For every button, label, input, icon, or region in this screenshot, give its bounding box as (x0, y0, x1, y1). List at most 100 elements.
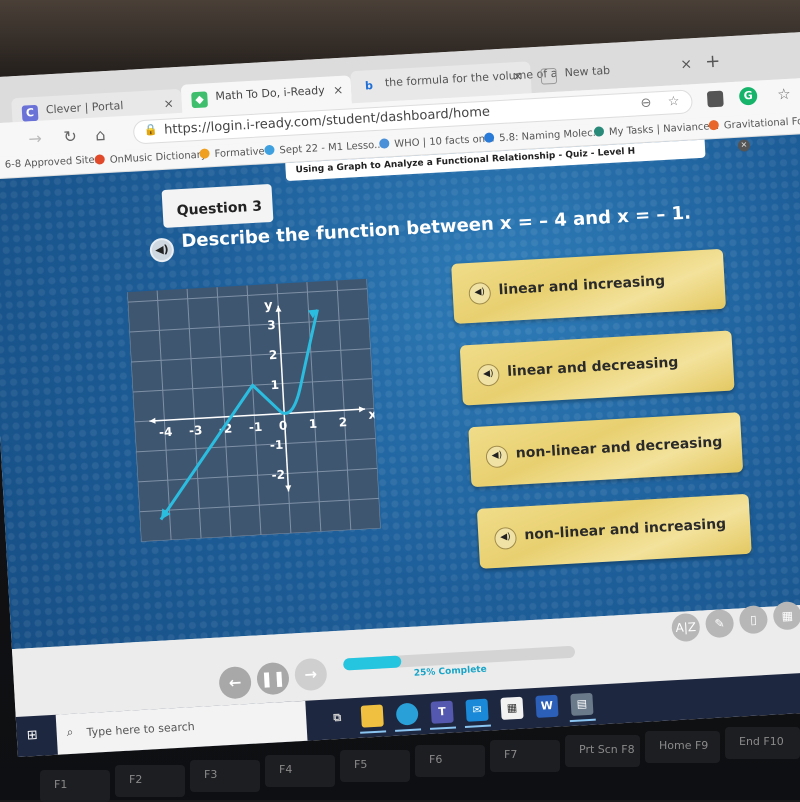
newtab-icon (540, 67, 558, 85)
bookmark-approved-sites[interactable]: 6-8 Approved Sites (5, 154, 101, 170)
close-tab-icon[interactable]: × (163, 96, 174, 111)
formative-icon (264, 144, 275, 156)
key-home: Home F9 (645, 731, 720, 763)
flask-icon (483, 132, 495, 143)
grid-line-v (156, 290, 172, 541)
keyboard: F1 F2 F3 F4 F5 F6 F7 Prt Scn F8 Home F9 … (0, 727, 800, 802)
answer-option[interactable]: ◀) non-linear and increasing (476, 493, 752, 569)
task-view-icon[interactable]: ⧉ (326, 706, 349, 729)
lock-icon: 🔒 (143, 123, 159, 137)
new-tab-button[interactable]: + (705, 51, 721, 73)
x-tick-label: 0 (278, 418, 287, 432)
x-tick-label: -3 (189, 423, 203, 438)
quiz-app: Using a Graph to Analyze a Functional Re… (0, 131, 800, 650)
y-axis-arrow (275, 305, 282, 312)
speaker-icon[interactable]: ◀) (485, 445, 509, 469)
glossary-icon[interactable]: A|Z (671, 612, 701, 643)
close-window-tab-icon[interactable]: × (680, 56, 693, 73)
bookmark-gravitational-forces[interactable]: Gravitational Forces... (708, 113, 800, 132)
who-icon (379, 138, 390, 149)
question-number: Question 3 (161, 183, 274, 228)
answer-option[interactable]: ◀) non-linear and decreasing (468, 412, 744, 488)
edge-icon[interactable] (395, 702, 419, 726)
key-prtscn: Prt Scn F8 (565, 735, 640, 767)
pause-button[interactable]: ❚❚ (256, 661, 290, 696)
key-f6: F6 (415, 745, 485, 777)
formative-icon (199, 148, 210, 159)
iready-icon: ◆ (191, 91, 208, 109)
y-axis (277, 305, 290, 492)
calculator-app-icon[interactable]: ▤ (570, 692, 594, 716)
graph-svg: -4 -3 -2 -1 0 1 2321-1-2xy (127, 278, 381, 542)
favorite-add-icon[interactable]: ☆ (667, 94, 679, 110)
grid-line-v (186, 288, 202, 539)
grid-line-v (127, 292, 142, 542)
key-f3: F3 (190, 760, 260, 792)
x-tick-label: 1 (308, 417, 317, 431)
answer-option[interactable]: ◀) linear and increasing (451, 248, 727, 324)
teams-icon[interactable]: T (430, 700, 454, 724)
naviance-icon (593, 126, 605, 137)
refresh-icon[interactable]: ↻ (63, 127, 77, 147)
x-axis-arrow (149, 417, 156, 424)
word-icon[interactable]: W (535, 694, 559, 718)
close-tab-icon[interactable]: × (333, 83, 344, 98)
speaker-icon[interactable]: ◀) (493, 526, 518, 550)
x-tick-label: -1 (249, 420, 263, 435)
back-button[interactable]: ← (218, 665, 253, 700)
bookmark-who[interactable]: WHO | 10 facts on... (379, 132, 495, 150)
x-tick-label: -4 (159, 425, 173, 440)
bookmark-sept22[interactable]: Sept 22 - M1 Lesso... (264, 139, 384, 158)
answer-option[interactable]: ◀) linear and decreasing (459, 330, 735, 406)
progress-text: 25% Complete (413, 664, 487, 679)
key-end: End F10 (725, 727, 800, 759)
speaker-icon[interactable]: ◀) (149, 237, 175, 263)
onmusic-icon (94, 154, 106, 165)
x-axis-label: x (368, 407, 378, 422)
store-icon[interactable]: ▦ (500, 696, 524, 720)
bing-icon: b (364, 79, 374, 93)
phet-icon (708, 119, 720, 131)
key-f7: F7 (490, 740, 560, 772)
favorites-icon[interactable]: ☆ (777, 85, 791, 104)
close-tab-icon[interactable]: × (512, 69, 523, 84)
grid-line-v (246, 285, 262, 536)
forward-icon[interactable]: → (28, 129, 42, 149)
notepad-icon[interactable]: ▯ (738, 604, 769, 635)
bookmark-formative[interactable]: Formative (199, 145, 265, 161)
grammarly-icon[interactable]: G (738, 86, 758, 106)
y-tick-label: 3 (267, 318, 276, 332)
key-f4: F4 (265, 755, 335, 787)
key-f1: F1 (40, 770, 110, 802)
bookmark-naviance[interactable]: My Tasks | Naviance... (593, 120, 719, 139)
key-f2: F2 (115, 765, 185, 797)
home-icon[interactable]: ⌂ (95, 125, 106, 145)
y-tick-label: 1 (270, 378, 279, 392)
key-f5: F5 (340, 750, 410, 782)
bookmark-naming-molecules[interactable]: 5.8: Naming Molec... (483, 126, 602, 145)
file-explorer-icon[interactable] (360, 704, 384, 728)
pencil-icon[interactable]: ✎ (704, 608, 735, 639)
y-tick-label: -1 (270, 438, 284, 453)
extension-icon[interactable] (706, 90, 724, 108)
speaker-icon[interactable]: ◀) (476, 363, 500, 387)
clever-icon: C (21, 104, 39, 122)
screen: C Clever | Portal × ◆ Math To Do, i-Read… (0, 29, 800, 757)
grid-line-v (366, 278, 381, 529)
zoom-out-icon[interactable]: ⊖ (640, 96, 652, 112)
bookmark-onmusic[interactable]: OnMusic Dictionary (94, 148, 207, 166)
calculator-icon[interactable]: ▦ (772, 601, 800, 631)
mail-icon[interactable]: ✉ (465, 698, 489, 722)
x-tick-label: 2 (338, 415, 347, 429)
progress-fill (342, 655, 402, 671)
y-tick-label: 2 (269, 348, 278, 362)
grid-line-v (336, 280, 352, 531)
y-tick-label: -2 (271, 468, 285, 483)
y-axis-label: y (264, 298, 274, 313)
speaker-icon[interactable]: ◀) (468, 281, 492, 306)
y-axis-arrow (285, 485, 292, 492)
function-curve (159, 309, 319, 521)
next-button[interactable]: → (293, 657, 328, 692)
grid-line-v (216, 287, 232, 537)
x-axis-arrow (358, 406, 366, 413)
